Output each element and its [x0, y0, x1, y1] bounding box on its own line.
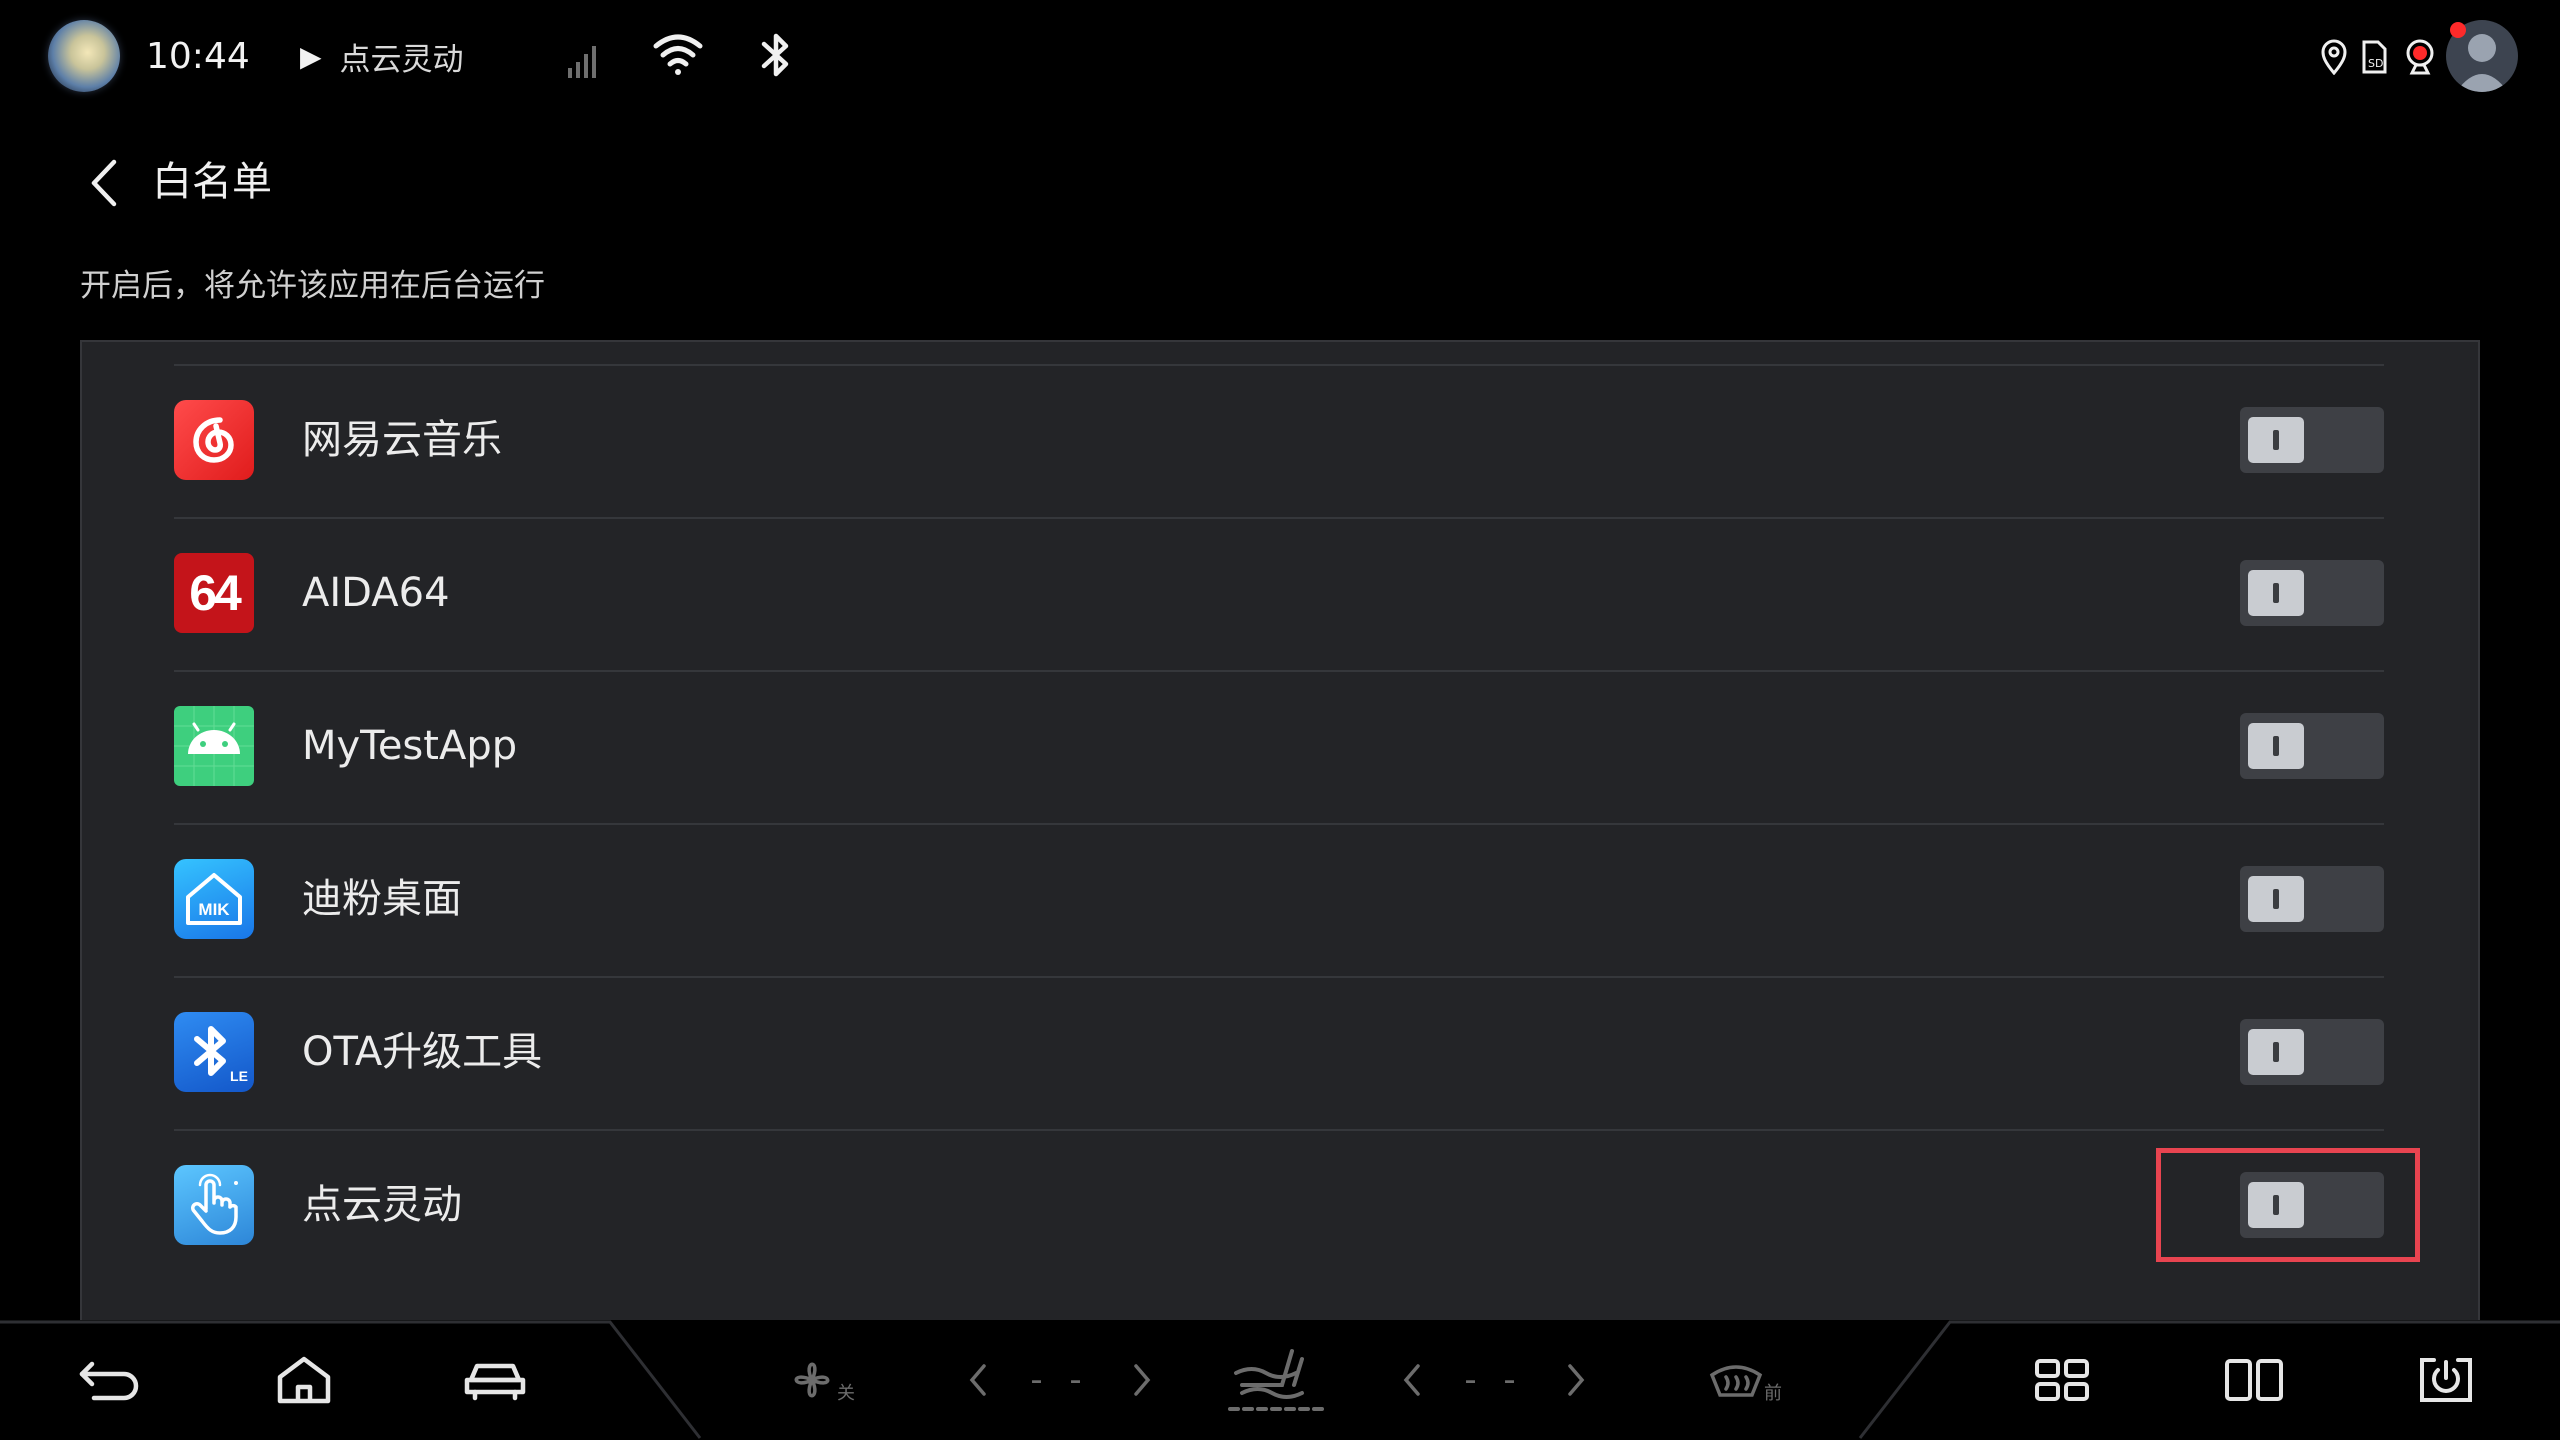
fan-label: 关 — [837, 1383, 855, 1404]
svg-text:SD: SD — [2368, 57, 2383, 70]
dfan-launcher-icon: MIK — [174, 859, 254, 939]
temp-left-increase[interactable] — [1124, 1346, 1160, 1414]
app-name: 迪粉桌面 — [302, 876, 462, 922]
split-screen-icon[interactable] — [2214, 1346, 2294, 1414]
toggle-knob — [2248, 417, 2304, 463]
camera-icon — [2402, 38, 2438, 76]
app-name: OTA升级工具 — [302, 1029, 543, 1075]
divider — [174, 364, 2384, 366]
bluetooth-le-icon: LE — [174, 1012, 254, 1092]
divider — [174, 670, 2384, 672]
netease-music-icon — [174, 400, 254, 480]
back-button[interactable] — [80, 154, 128, 212]
defrost-icon[interactable]: 前 — [1700, 1346, 1790, 1414]
clock: 10:44 — [146, 35, 250, 77]
divider — [174, 1129, 2384, 1131]
bluetooth-icon — [756, 30, 796, 80]
whitelist-panel: 网易云音乐 64 AIDA64 MyTestApp MIK 迪粉桌面 LE OT… — [80, 340, 2480, 1320]
back-icon[interactable] — [70, 1346, 150, 1414]
car-icon[interactable] — [455, 1346, 535, 1414]
toggle-switch[interactable] — [2240, 1019, 2384, 1085]
divider — [174, 517, 2384, 519]
media-title: 点云灵动 — [339, 41, 464, 78]
seat-heat-icon[interactable] — [1220, 1342, 1334, 1418]
app-name: 网易云音乐 — [302, 417, 502, 463]
toggle-knob — [2248, 1029, 2304, 1075]
assistant-orb[interactable] — [48, 20, 120, 92]
toggle-switch[interactable] — [2240, 560, 2384, 626]
list-item: MyTestApp — [174, 670, 2384, 823]
toggle-switch[interactable] — [2240, 713, 2384, 779]
location-icon — [2318, 38, 2350, 76]
sd-card-icon: SD — [2358, 38, 2390, 76]
touch-hand-icon — [174, 1165, 254, 1245]
list-item: LE OTA升级工具 — [174, 976, 2384, 1129]
aida64-icon: 64 — [174, 553, 254, 633]
defrost-label: 前 — [1764, 1383, 1782, 1404]
toggle-knob — [2248, 570, 2304, 616]
bottom-navigation: 关 - - - - 前 — [0, 1320, 2560, 1440]
toggle-knob — [2248, 876, 2304, 922]
divider — [174, 823, 2384, 825]
chevron-left-icon — [91, 159, 117, 207]
app-name: MyTestApp — [302, 723, 518, 769]
temp-right-value: - - — [1464, 1360, 1524, 1400]
app-name: AIDA64 — [302, 570, 450, 616]
temp-right-increase[interactable] — [1558, 1346, 1594, 1414]
app-name: 点云灵动 — [302, 1182, 462, 1228]
temp-right-decrease[interactable] — [1394, 1346, 1430, 1414]
signal-icon — [566, 38, 602, 78]
toggle-switch[interactable] — [2240, 407, 2384, 473]
android-icon — [174, 706, 254, 786]
home-icon[interactable] — [264, 1346, 344, 1414]
recording-indicator — [2450, 22, 2466, 38]
list-item: 网易云音乐 — [174, 364, 2384, 517]
toggle-switch[interactable] — [2240, 866, 2384, 932]
svg-text:MIK: MIK — [198, 900, 230, 919]
toggle-switch[interactable] — [2240, 1172, 2384, 1238]
play-icon[interactable]: ▶ — [300, 40, 322, 73]
toggle-knob — [2248, 1182, 2304, 1228]
list-item: 点云灵动 — [174, 1129, 2384, 1282]
toggle-knob — [2248, 723, 2304, 769]
svg-text:LE: LE — [230, 1068, 248, 1084]
temp-left-value: - - — [1030, 1360, 1090, 1400]
media-now-playing[interactable]: ▶ 点云灵动 — [300, 30, 464, 82]
list-item: MIK 迪粉桌面 — [174, 823, 2384, 976]
list-item: 64 AIDA64 — [174, 517, 2384, 670]
apps-grid-icon[interactable] — [2022, 1346, 2102, 1414]
page-title: 白名单 — [152, 159, 272, 205]
status-bar: 10:44 ▶ 点云灵动 SD — [0, 0, 2560, 112]
divider — [174, 976, 2384, 978]
wifi-icon — [652, 32, 704, 78]
power-icon[interactable] — [2406, 1346, 2486, 1414]
page-subtitle: 开启后，将允许该应用在后台运行 — [80, 268, 545, 304]
temp-left-decrease[interactable] — [960, 1346, 996, 1414]
fan-icon[interactable]: 关 — [776, 1346, 866, 1414]
